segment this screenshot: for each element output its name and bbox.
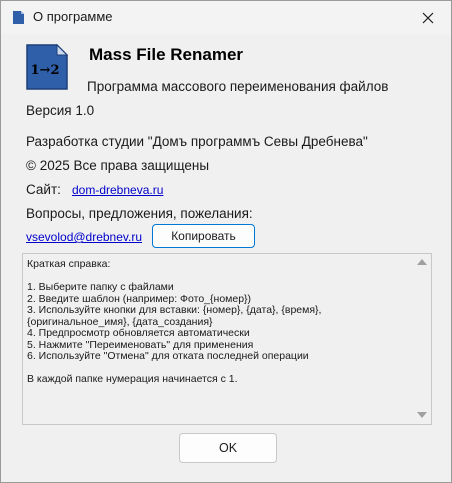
- help-line: 6. Используйте "Отмена" для отката после…: [27, 350, 309, 362]
- app-logo-icon: 1→2: [26, 43, 69, 90]
- window-title: О программе: [33, 9, 113, 24]
- ok-button[interactable]: OK: [179, 433, 277, 463]
- scroll-down-arrow-icon[interactable]: [417, 412, 427, 418]
- help-line: 1. Выберите папку с файлами: [27, 281, 174, 293]
- help-line: 3. Используйте кнопки для вставки: {номе…: [27, 304, 322, 316]
- title-bar: О программе: [1, 1, 451, 34]
- about-dialog: О программе 1→2 Mass File Renamer Програ…: [0, 0, 452, 483]
- help-line: Краткая справка:: [27, 258, 111, 270]
- help-text: Краткая справка: 1. Выберите папку с фай…: [27, 258, 409, 386]
- version-text: Версия 1.0: [26, 103, 95, 118]
- site-link[interactable]: dom-drebneva.ru: [72, 183, 163, 197]
- help-textbox[interactable]: Краткая справка: 1. Выберите папку с фай…: [22, 253, 432, 425]
- app-logo-label: 1→2: [31, 63, 60, 78]
- close-button[interactable]: [405, 1, 451, 34]
- app-description: Программа массового переименования файло…: [87, 79, 389, 94]
- developer-text: Разработка студии "Домъ программъ Севы Д…: [26, 134, 368, 149]
- copyright-text: © 2025 Все права защищены: [26, 158, 210, 173]
- help-line: 4. Предпросмотр обновляется автоматическ…: [27, 327, 250, 339]
- app-name: Mass File Renamer: [89, 45, 244, 64]
- scroll-up-arrow-icon[interactable]: [417, 259, 427, 265]
- help-line: В каждой папке нумерация начинается с 1.: [27, 373, 238, 385]
- help-scrollbar[interactable]: [414, 254, 431, 424]
- copy-button[interactable]: Копировать: [152, 224, 255, 248]
- contact-prompt: Вопросы, предложения, пожелания:: [26, 206, 253, 221]
- site-label: Сайт:: [26, 182, 61, 197]
- close-icon: [422, 12, 434, 23]
- email-link[interactable]: vsevolod@drebnev.ru: [26, 230, 142, 244]
- app-title-icon: [13, 11, 24, 24]
